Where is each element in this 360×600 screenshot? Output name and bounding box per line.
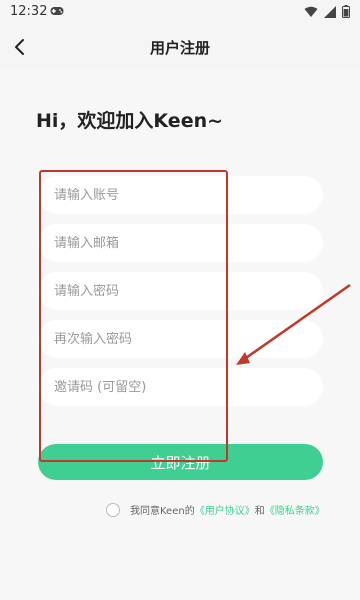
battery-icon [342, 5, 350, 18]
registration-content: Hi，欢迎加入Keen~ 立即注册 我同意Keen的 《用户协议》 和 《隐私条… [0, 70, 360, 600]
signal-icon [324, 5, 336, 18]
wifi-icon [304, 6, 318, 17]
nav-bar: 用户注册 [0, 24, 360, 70]
confirm-password-field[interactable] [38, 320, 323, 358]
agree-checkbox[interactable] [106, 502, 120, 517]
privacy-policy-link[interactable]: 《隐私条款》 [265, 502, 325, 517]
password-input[interactable] [54, 283, 323, 299]
password-field[interactable] [38, 272, 323, 310]
page-title: 用户注册 [149, 39, 210, 57]
account-field[interactable] [38, 176, 323, 214]
greeting-text: Hi，欢迎加入Keen~ [36, 110, 224, 132]
confirm-password-input[interactable] [54, 331, 323, 347]
invite-code-input[interactable] [54, 379, 323, 395]
status-time: 12:32 [10, 4, 48, 19]
register-button[interactable]: 立即注册 [38, 444, 323, 480]
agreement-row: 我同意Keen的 《用户协议》 和 《隐私条款》 [106, 502, 325, 517]
email-field[interactable] [38, 224, 323, 262]
account-input[interactable] [54, 187, 323, 203]
agreement-prefix: 我同意Keen的 [130, 506, 195, 517]
invite-code-field[interactable] [38, 368, 323, 406]
agreement-and: 和 [254, 506, 265, 517]
status-bar: 12:32 [0, 0, 360, 24]
email-input[interactable] [54, 235, 323, 251]
user-agreement-link[interactable]: 《用户协议》 [195, 502, 255, 517]
gamepad-icon [50, 7, 64, 15]
